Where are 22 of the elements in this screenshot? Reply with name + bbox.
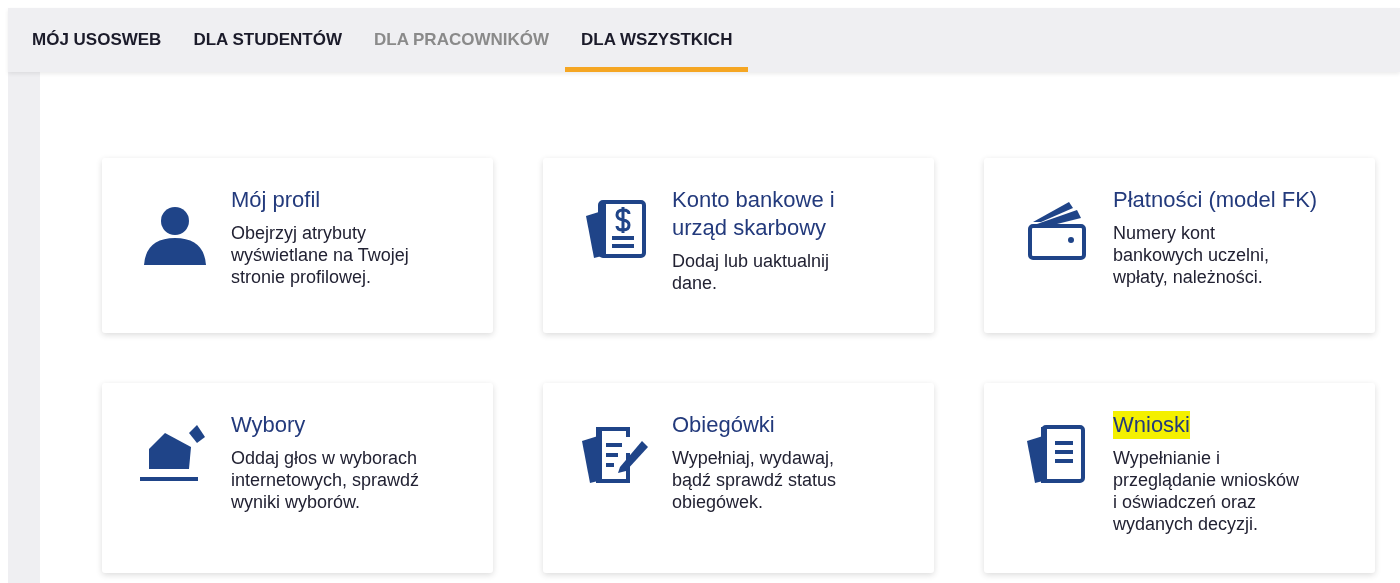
tile-card[interactable]: Płatności (model FK) Numery kont bankowych uczelni, wpłaty, należności. [984,158,1375,333]
tile-description: Oddaj głos w wyborach internetowych, sprawdź wyniki wyborów. [231,447,420,513]
tile-title[interactable]: Mój profil [231,186,321,214]
tile-description: Numery kont bankowych uczelni, wpłaty, należności. [1113,222,1270,288]
tile-description: Obejrzyj atrybuty wyświetlane na Twojej stronie profilowej. [231,222,409,288]
tile-title[interactable]: Konto bankowe i urząd skarbowy [672,186,835,242]
nav-tab[interactable]: MÓJ USOSWEB [16,8,178,72]
tile-description: Wypełnianie i przeglądanie wniosków i oświadczeń oraz wydanych decyzji. [1113,447,1300,535]
tile-title[interactable]: Wnioski [1113,411,1190,439]
tile-title[interactable]: Obiegówki [672,411,775,439]
tile-title[interactable]: Wybory [231,411,306,439]
tile-description: Dodaj lub uaktualnij dane. [672,250,830,294]
tile-title[interactable]: Płatności (model FK) [1113,186,1318,214]
tile-card[interactable]: Konto bankowe i urząd skarbowy Dodaj lub uaktualnij dane. [543,158,934,333]
tile-card[interactable]: Obiegówki Wypełniaj, wydawaj, bądź sprawdź status obiegówek. [543,383,934,573]
tile-card[interactable]: Wnioski Wypełnianie i przeglądanie wniosków i oświadczeń oraz wydanych decyzji. [984,383,1375,573]
tile-card[interactable]: Wybory Oddaj głos w wyborach internetowych, sprawdź wyniki wyborów. [102,383,493,573]
person-icon [142,206,207,266]
nav-tab[interactable]: DLA WSZYSTKICH [565,8,749,72]
tile-description: Wypełniaj, wydawaj, bądź sprawdź status obiegówek. [672,447,837,513]
nav-tab[interactable]: DLA STUDENTÓW [177,8,358,72]
tile-card[interactable]: Mój profil Obejrzyj atrybuty wyświetlane na Twojej stronie profilowej. [102,158,493,333]
